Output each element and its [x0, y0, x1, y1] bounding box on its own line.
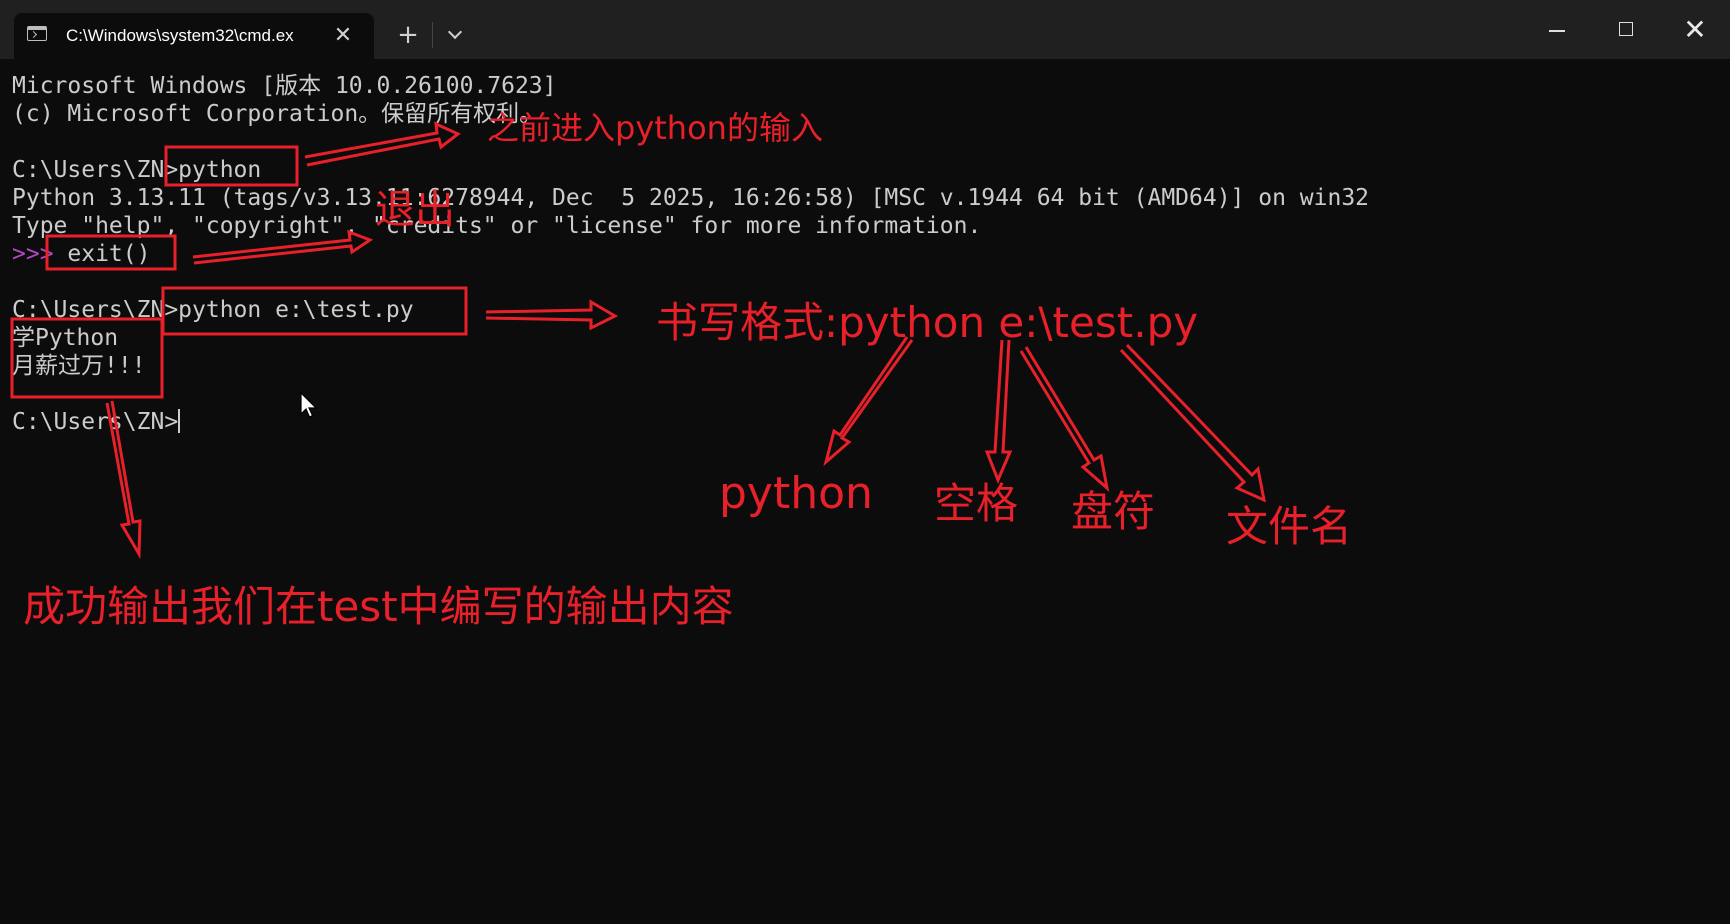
tab-title: C:\Windows\system32\cmd.ex: [66, 26, 294, 45]
text-cursor: [178, 409, 181, 433]
annotation-format: 书写格式:python e:\test.py: [656, 298, 1199, 347]
close-tab-icon[interactable]: ✕: [330, 23, 356, 49]
chevron-down-icon[interactable]: [440, 20, 470, 50]
maximize-icon[interactable]: [1597, 8, 1655, 52]
console-line: C:\Users\ZN>python e:\test.py: [12, 297, 414, 323]
mouse-pointer-icon: [300, 392, 318, 418]
console-line: 月薪过万!!!: [12, 353, 146, 379]
annotation-output-success: 成功输出我们在test中编写的输出内容: [23, 582, 734, 631]
annotation-part-python: python: [719, 468, 873, 519]
tab-cmd[interactable]: C:\Windows\system32\cmd.ex ✕: [14, 13, 374, 59]
console-line: Microsoft Windows [版本 10.0.26100.7623]: [12, 73, 557, 99]
repl-prompt: >>>: [12, 241, 54, 267]
title-bar: C:\Windows\system32\cmd.ex ✕ + ✕: [0, 0, 1730, 59]
console-line: (c) Microsoft Corporation。保留所有权利。: [12, 101, 543, 127]
annotation-exit: 退出: [375, 187, 455, 233]
console-line: C:\Users\ZN>python: [12, 157, 262, 183]
annotation-part-filename: 文件名: [1226, 502, 1353, 551]
repl-command: exit(): [53, 241, 151, 267]
current-prompt: C:\Users\ZN>: [12, 409, 179, 435]
tab-divider: [432, 22, 433, 48]
new-tab-icon[interactable]: +: [393, 20, 423, 50]
console-output[interactable]: Microsoft Windows [版本 10.0.26100.7623] (…: [12, 72, 1712, 492]
repl-line: >>> exit(): [12, 240, 150, 268]
console-line: Type "help", "copyright", "credits" or "…: [12, 213, 982, 239]
close-window-icon[interactable]: ✕: [1666, 8, 1724, 52]
console-line: C:\Users\ZN>: [12, 408, 181, 436]
annotation-python-enter: 之前进入python的输入: [487, 109, 823, 147]
terminal-icon: [27, 26, 47, 41]
minimize-icon[interactable]: [1528, 8, 1586, 52]
console-line: 学Python: [12, 325, 119, 351]
console-line: Python 3.13.11 (tags/v3.13.11:6278944, D…: [12, 185, 1370, 211]
annotation-part-space: 空格: [934, 479, 1019, 528]
annotation-part-drive: 盘符: [1071, 487, 1156, 536]
